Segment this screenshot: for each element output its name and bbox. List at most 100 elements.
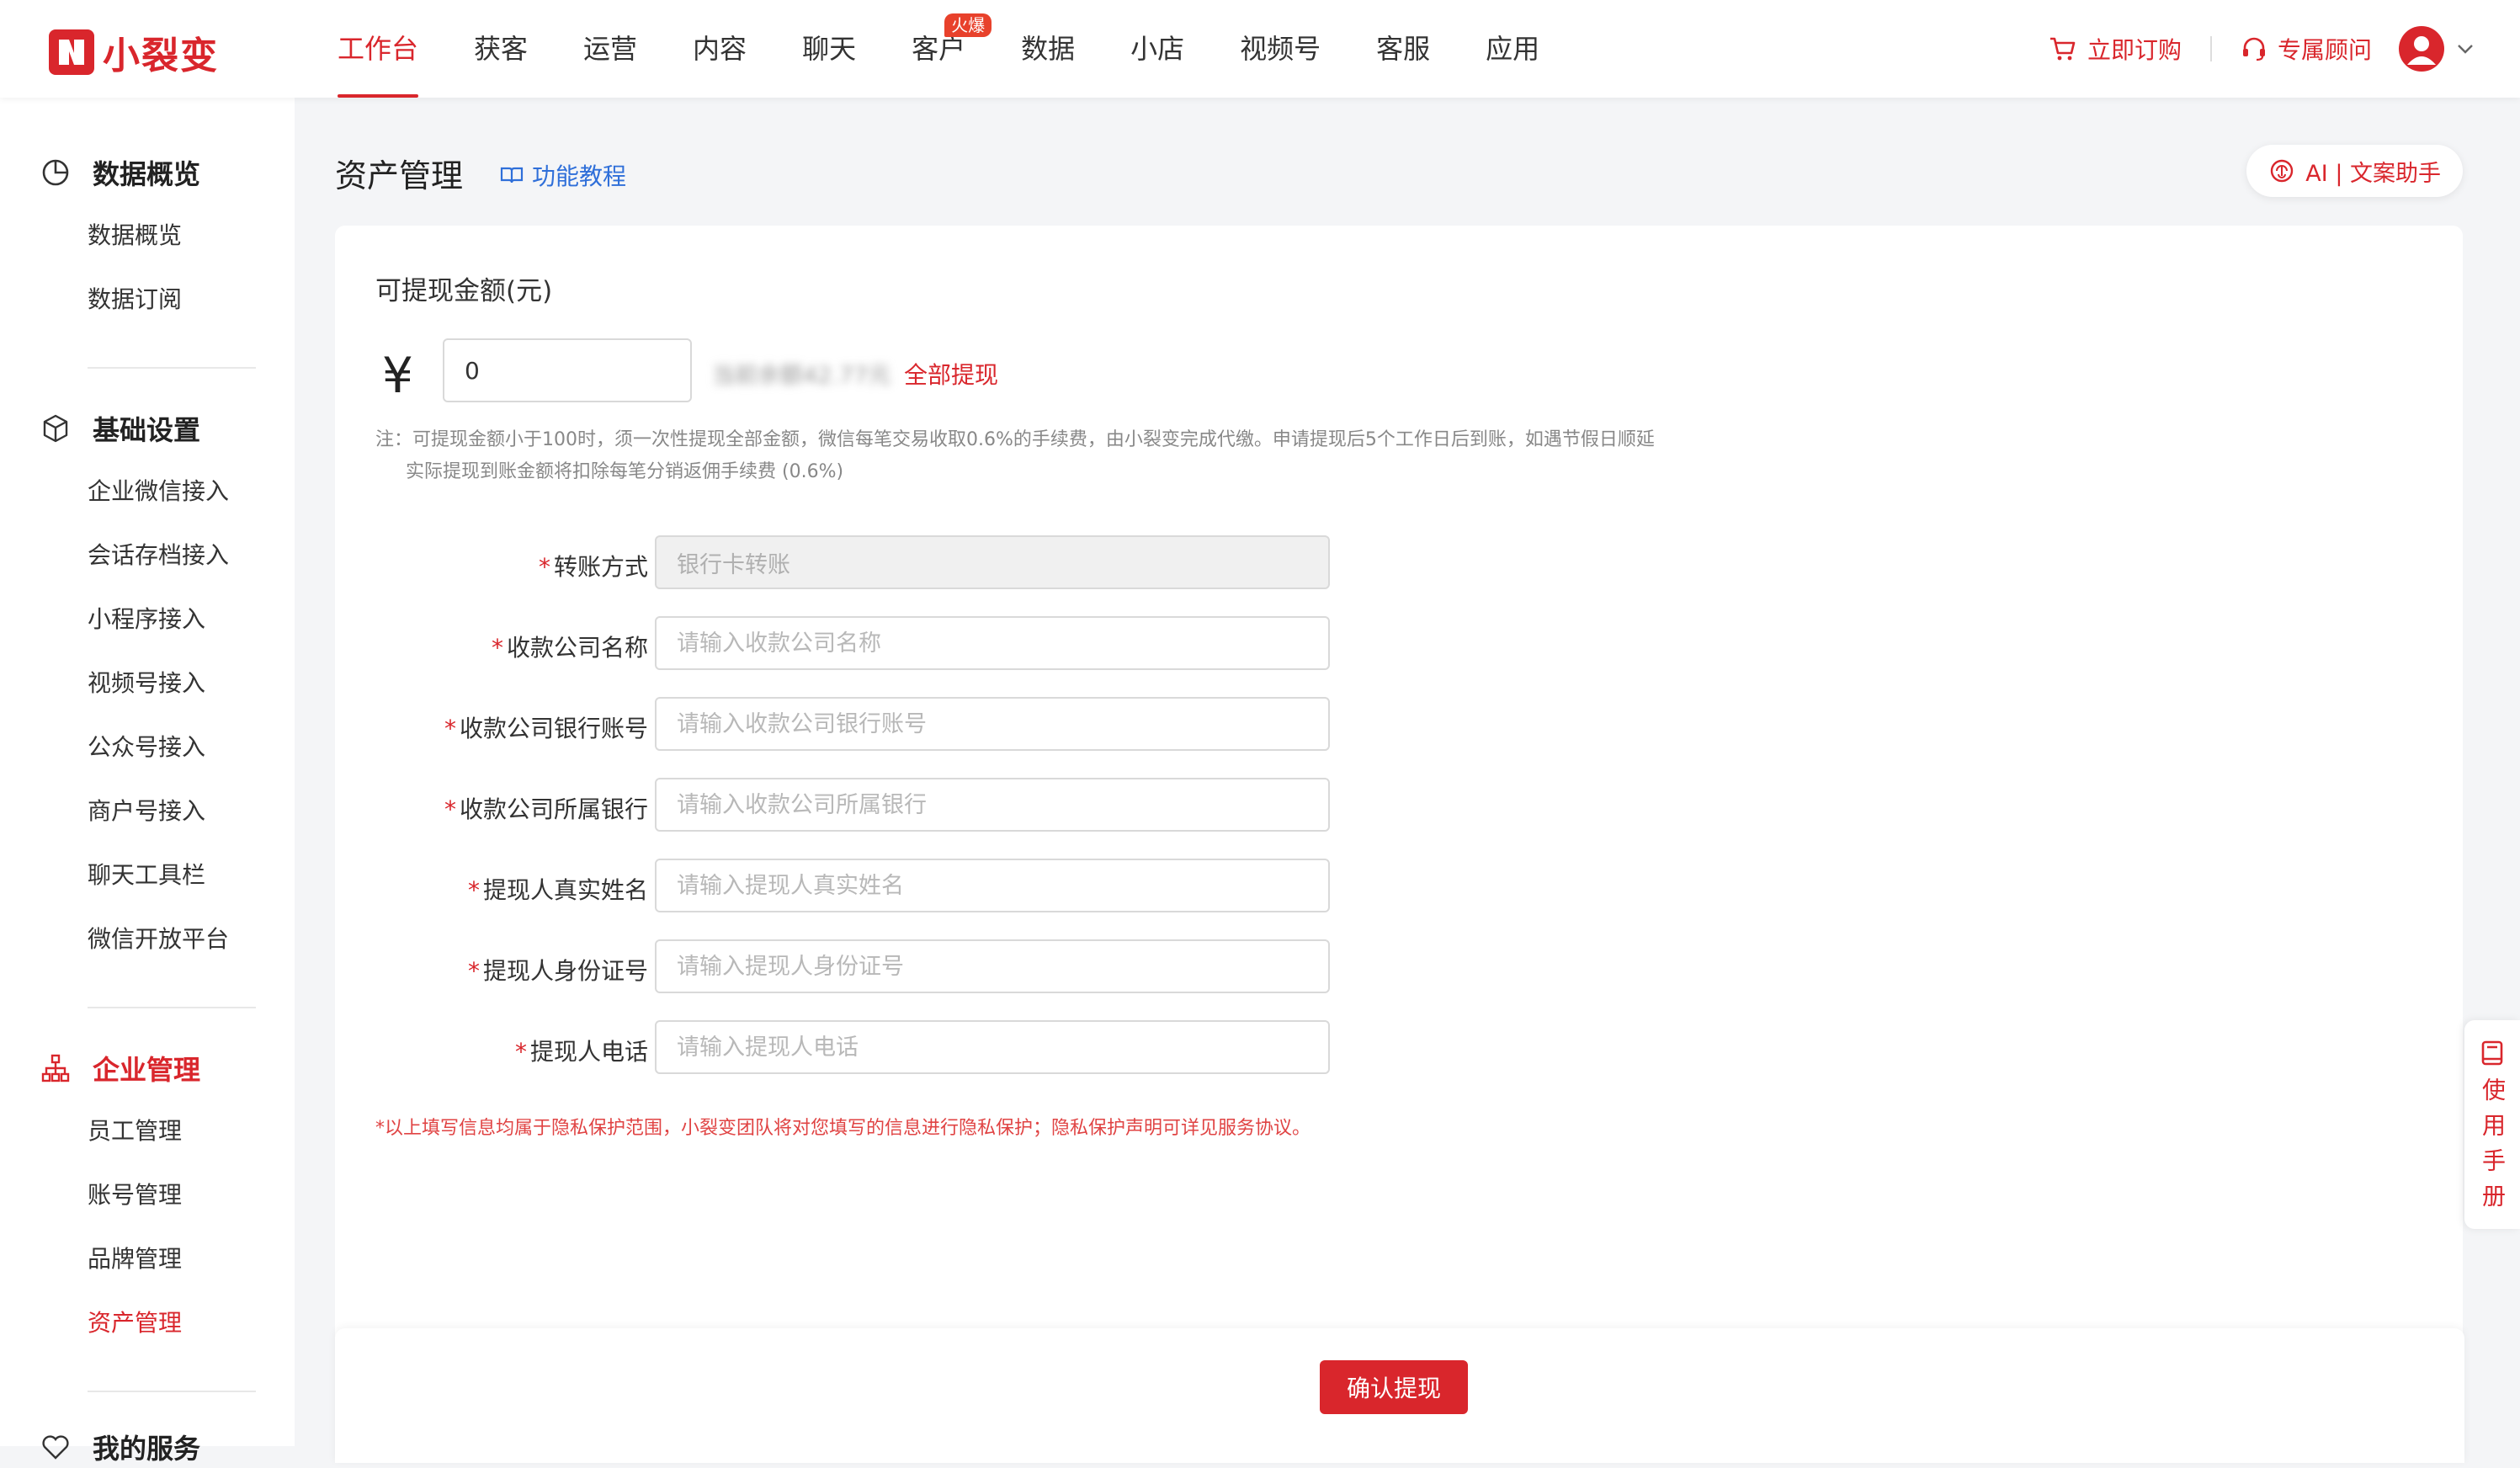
sidebar-item-accounts[interactable]: 账号管理	[0, 1163, 295, 1227]
subscribe-link[interactable]: 立即订购	[2049, 32, 2182, 66]
real-name-field[interactable]	[655, 859, 1330, 912]
tutorial-label: 功能教程	[532, 162, 627, 190]
consultant-link[interactable]: 专属顾问	[2241, 32, 2372, 66]
chevron-down-icon[interactable]	[2456, 43, 2475, 55]
sidebar-group-data-overview: 数据概览 数据概览 数据订阅	[0, 152, 295, 332]
nav-item-service[interactable]: 客服	[1348, 0, 1458, 98]
field-label: * 转账方式	[539, 549, 648, 582]
sidebar-item-staff[interactable]: 员工管理	[0, 1099, 295, 1163]
heart-icon	[42, 1435, 69, 1460]
company-name-field[interactable]	[655, 616, 1330, 670]
field-label-text: 提现人真实姓名	[482, 876, 648, 904]
bank-name-field[interactable]	[655, 778, 1330, 832]
cart-icon	[2049, 37, 2076, 61]
group-label: 企业管理	[93, 1054, 201, 1086]
sidebar-group-my-services: 我的服务	[0, 1426, 295, 1468]
nav-item-content[interactable]: 内容	[665, 0, 774, 98]
phone-field[interactable]	[655, 1020, 1330, 1074]
field-label: * 收款公司所属银行	[444, 791, 648, 825]
sidebar-item-official-account[interactable]: 公众号接入	[0, 715, 295, 779]
sidebar-divider	[88, 1007, 256, 1008]
transfer-method-field	[655, 535, 1330, 589]
sidebar-group-enterprise: 企业管理 员工管理 账号管理 品牌管理 资产管理	[0, 1047, 295, 1355]
required-mark: *	[491, 634, 503, 662]
nav-item-customer[interactable]: 客户 火爆	[884, 0, 993, 98]
ai-assistant-button[interactable]: AI | 文案助手	[2246, 145, 2463, 197]
nav-item-operation[interactable]: 运营	[556, 0, 665, 98]
brand-name: 小裂变	[103, 35, 219, 77]
nav-label: 工作台	[338, 33, 419, 65]
privacy-note: *以上填写信息均属于隐私保护范围，小裂变团队将对您填写的信息进行隐私保护；隐私保…	[375, 1118, 1311, 1139]
field-label-text: 收款公司名称	[506, 634, 648, 662]
sidebar-item-data-overview[interactable]: 数据概览	[0, 204, 295, 268]
nav-item-shop[interactable]: 小店	[1103, 0, 1212, 98]
nav-label: 小店	[1130, 33, 1185, 65]
sidebar-group-title[interactable]: 基础设置	[0, 407, 295, 449]
required-mark: *	[538, 553, 550, 581]
footer-action-bar: 确认提现	[335, 1328, 2464, 1463]
pie-chart-icon	[42, 159, 69, 186]
withdraw-note-fee: 实际提现到账金额将扣除每笔分销返佣手续费 (0.6%)	[406, 461, 844, 482]
nav-label: 客服	[1376, 33, 1431, 65]
group-label: 基础设置	[93, 414, 201, 446]
nav-item-channels[interactable]: 视频号	[1212, 0, 1348, 98]
nav-label: 内容	[693, 33, 747, 65]
tutorial-link[interactable]: 功能教程	[500, 158, 626, 192]
field-label-text: 转账方式	[553, 553, 648, 581]
balance-text: 当前余额42.77元	[712, 363, 891, 389]
cube-icon	[43, 414, 68, 443]
nav-label: 运营	[583, 33, 638, 65]
sidebar-group-basic-settings: 基础设置 企业微信接入 会话存档接入 小程序接入 视频号接入 公众号接入 商户号…	[0, 407, 295, 971]
nav-item-chat[interactable]: 聊天	[774, 0, 884, 98]
user-manual-tab[interactable]: 使用手册	[2464, 1020, 2520, 1229]
brand-logo[interactable]: 小裂变	[49, 25, 219, 79]
sidebar-item-assets[interactable]: 资产管理	[0, 1291, 295, 1355]
nav-label: 应用	[1486, 33, 1540, 65]
nav-label: 视频号	[1240, 33, 1321, 65]
sidebar-item-chat-toolbar[interactable]: 聊天工具栏	[0, 843, 295, 907]
required-mark: *	[514, 1038, 527, 1066]
subscribe-label: 立即订购	[2087, 36, 2182, 64]
sidebar-item-miniprogram[interactable]: 小程序接入	[0, 588, 295, 652]
form-row-id-number: * 提现人身份证号	[335, 939, 1345, 995]
withdraw-all-link[interactable]: 全部提现	[904, 357, 998, 391]
id-number-field[interactable]	[655, 939, 1330, 993]
form-row-bank-name: * 收款公司所属银行	[335, 778, 1345, 833]
nav-item-acquire[interactable]: 获客	[446, 0, 556, 98]
amount-input[interactable]	[443, 338, 692, 402]
sidebar-item-open-platform[interactable]: 微信开放平台	[0, 907, 295, 971]
sidebar-group-title[interactable]: 我的服务	[0, 1426, 295, 1468]
confirm-withdraw-button[interactable]: 确认提现	[1320, 1360, 1468, 1414]
field-label: * 收款公司银行账号	[444, 710, 648, 744]
manual-label: 使用手册	[2479, 1077, 2507, 1219]
logo-icon	[49, 29, 94, 75]
sidebar-item-wecom[interactable]: 企业微信接入	[0, 460, 295, 524]
sidebar-item-data-subscription[interactable]: 数据订阅	[0, 268, 295, 332]
field-label-text: 提现人电话	[529, 1038, 648, 1066]
top-right-actions: 立即订购 专属顾问	[2049, 0, 2475, 98]
nav-label: 客户	[912, 33, 966, 65]
field-label: * 提现人身份证号	[468, 953, 648, 987]
avatar[interactable]	[2399, 26, 2444, 72]
page-title: 资产管理	[335, 157, 464, 194]
main-nav: 工作台 获客 运营 内容 聊天 客户 火爆 数据 小店 视频号 客服 应用	[310, 0, 1567, 98]
nav-item-data[interactable]: 数据	[993, 0, 1103, 98]
sidebar-item-merchant[interactable]: 商户号接入	[0, 779, 295, 843]
sidebar-group-title[interactable]: 企业管理	[0, 1047, 295, 1089]
currency-symbol: ¥	[382, 347, 413, 404]
sidebar-item-channels[interactable]: 视频号接入	[0, 652, 295, 715]
sidebar-divider	[88, 1391, 256, 1392]
form-row-phone: * 提现人电话	[335, 1020, 1345, 1076]
sidebar-group-title[interactable]: 数据概览	[0, 152, 295, 194]
divider	[2209, 36, 2212, 61]
nav-item-apps[interactable]: 应用	[1458, 0, 1567, 98]
nav-label: 聊天	[802, 33, 857, 65]
bank-account-field[interactable]	[655, 697, 1330, 751]
form-row-transfer-method: * 转账方式	[335, 535, 1345, 591]
amount-label: 可提现金额(元)	[375, 276, 553, 306]
sidebar-item-brand[interactable]: 品牌管理	[0, 1227, 295, 1291]
nav-item-workbench[interactable]: 工作台	[310, 0, 446, 98]
nav-label: 数据	[1021, 33, 1076, 65]
org-chart-icon	[41, 1054, 70, 1082]
sidebar-item-chat-archive[interactable]: 会话存档接入	[0, 524, 295, 588]
